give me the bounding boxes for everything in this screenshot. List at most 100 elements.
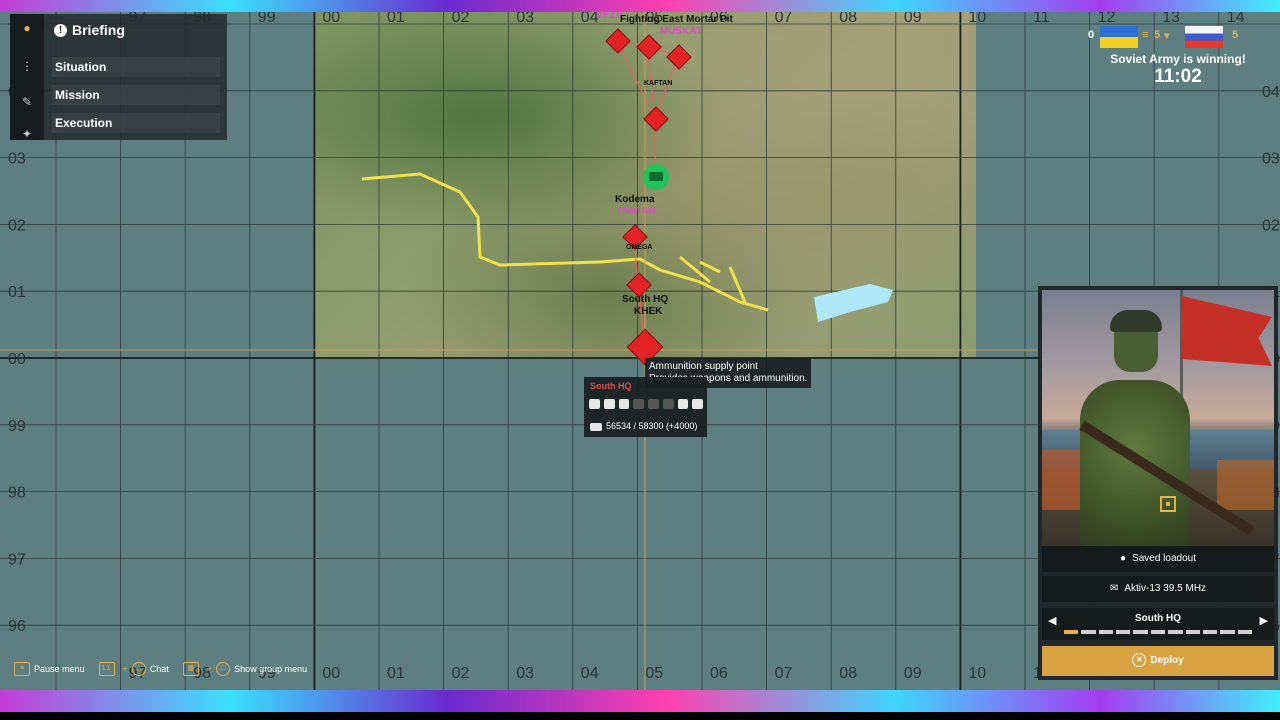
map-label-yantar: YANTAR xyxy=(616,206,657,217)
soviet-banner xyxy=(1182,296,1272,366)
grid-col-label: 07 xyxy=(775,665,793,682)
grid-col-label: 10 xyxy=(968,12,986,26)
deploy-button[interactable]: ✕ Deploy xyxy=(1042,646,1274,676)
soviet-flag-icon xyxy=(1185,26,1223,48)
grid-col-label: 11 xyxy=(1033,12,1050,26)
vehicle-icon xyxy=(603,399,615,409)
briefing-title-text: Briefing xyxy=(72,22,125,38)
grid-col-label: 05 xyxy=(645,665,663,682)
triangle-button-icon: △ xyxy=(131,662,146,676)
arrow-right-icon[interactable]: ▶ xyxy=(1260,614,1268,627)
pencil-icon[interactable]: ✎ xyxy=(19,94,35,110)
medical-icon xyxy=(677,399,689,409)
gamepad-x-icon: ✕ xyxy=(1132,653,1147,668)
water xyxy=(814,284,893,322)
score-hud: 0 ≡ 5 ▾ 5 Soviet Army is winning! 11:02 xyxy=(1088,26,1268,96)
grid-row-label: 97 xyxy=(8,551,26,568)
grid-col-label: 06 xyxy=(710,665,728,682)
hq-info-panel: South HQ 56534 / 58300 (+4000) xyxy=(584,377,707,437)
hq-capability-icons xyxy=(589,399,703,411)
grid-col-label: 02 xyxy=(452,12,470,26)
map-label-khek: KHEK xyxy=(634,306,663,317)
grid-row-label: 03 xyxy=(8,151,26,168)
briefing-rail: ● ⋮ ✎ ✦ xyxy=(10,14,44,142)
grid-col-label: 07 xyxy=(775,12,793,26)
map-label-veza: VEZA xyxy=(596,12,623,21)
briefing-title[interactable]: ! Briefing xyxy=(54,22,125,38)
repair-icon xyxy=(633,399,644,409)
map-label-top: Fighting East Mortar Pit xyxy=(620,14,733,25)
grid-col-label: 03 xyxy=(516,12,534,26)
score-right: 5 xyxy=(1232,29,1239,41)
soldier-preview xyxy=(1042,290,1274,546)
radio-icon: ✉ xyxy=(1109,583,1119,594)
road xyxy=(361,172,769,312)
grid-col-label: 08 xyxy=(839,12,857,26)
helicopter-icon xyxy=(648,399,659,409)
grid-col-label: 01 xyxy=(387,12,405,26)
score-left: 0 xyxy=(1088,29,1095,41)
score-mid-left: 5 xyxy=(1154,29,1161,41)
hq-supplies-value: 56534 / 58300 (+4000) xyxy=(606,421,698,431)
grid-row-label: 02 xyxy=(1262,217,1280,234)
score-tick-icon: ≡ xyxy=(1142,29,1149,41)
loadout-icon: ● xyxy=(1120,553,1127,564)
winning-message: Soviet Army is winning! xyxy=(1110,52,1246,66)
grid-col-label: 12 xyxy=(1098,12,1116,26)
grid-col-label: 04 xyxy=(581,665,599,682)
briefing-item-mission[interactable]: Mission xyxy=(52,85,220,105)
grid-col-label: 00 xyxy=(322,12,340,26)
touchpad-button-icon: ▦ xyxy=(182,662,199,676)
grid-col-label: 03 xyxy=(516,665,534,682)
grid-col-label: 09 xyxy=(904,665,922,682)
spawn-point-selector[interactable]: ◀ South HQ ▶ xyxy=(1042,608,1274,640)
info-icon: ! xyxy=(54,23,67,37)
control-hints: ≡ Pause menu L1 + △ Chat ▦ + □ Show grou… xyxy=(14,662,321,676)
hq-supplies: 56534 / 58300 (+4000) xyxy=(590,421,697,431)
fuel-icon xyxy=(692,399,703,409)
map-label-south-hq: South HQ xyxy=(622,294,669,305)
deploy-panel: ● Saved loadout ✉ Aktiv-13 39.5 MHz ◀ Sout… xyxy=(1038,286,1278,680)
grid-col-label: 13 xyxy=(1162,12,1180,26)
square-button-icon: □ xyxy=(216,662,231,676)
map-label-omega: OMEGA xyxy=(626,244,653,251)
grid-col-label: 10 xyxy=(968,665,986,682)
saved-loadout-label: Saved loadout xyxy=(1132,553,1196,564)
compass-icon[interactable]: ✦ xyxy=(19,126,35,142)
map-label-muskat: MUSKAT xyxy=(660,26,703,37)
grid-col-label: 01 xyxy=(387,665,405,682)
briefing-item-situation[interactable]: Situation xyxy=(52,57,220,77)
score-tick-icon: ▾ xyxy=(1164,30,1170,42)
grid-row-label: 96 xyxy=(8,618,26,635)
ukraine-flag-icon xyxy=(1100,26,1138,48)
grid-row-label: 02 xyxy=(8,217,26,234)
grid-row-label: 99 xyxy=(8,418,26,435)
spawn-point-name: South HQ xyxy=(1134,613,1182,624)
tooltip-title: Ammunition supply point xyxy=(649,361,758,372)
briefing-panel: ● ⋮ ✎ ✦ ! Briefing Situation Mission Exe… xyxy=(10,14,227,142)
grid-col-label: 14 xyxy=(1227,12,1245,26)
grid-col-label: 09 xyxy=(904,12,922,26)
saved-loadout-row[interactable]: ● Saved loadout xyxy=(1042,546,1274,572)
spawn-pagination xyxy=(1064,630,1252,634)
grid-row-label: 01 xyxy=(8,284,26,301)
map-label-kodema: Kodema xyxy=(615,194,655,205)
hint-pause: Pause menu xyxy=(34,664,85,674)
soldier-helmet xyxy=(1110,310,1162,332)
grid-row-label: 03 xyxy=(1262,151,1280,168)
menu-dots-icon[interactable]: ⋮ xyxy=(19,58,35,74)
grid-col-label: 00 xyxy=(322,665,340,682)
grid-col-label: 08 xyxy=(839,665,857,682)
deploy-button-label: Deploy xyxy=(1150,655,1184,666)
grid-row-label: 00 xyxy=(8,351,26,368)
alert-icon[interactable]: ● xyxy=(19,20,35,36)
grid-col-label: 99 xyxy=(258,12,276,26)
briefing-item-execution[interactable]: Execution xyxy=(52,113,220,133)
loadout-marker-icon[interactable] xyxy=(1160,496,1176,512)
truck-icon xyxy=(618,399,630,409)
radio-frequency-label: Aktiv-13 39.5 MHz xyxy=(1124,583,1207,594)
grid-row-label: 98 xyxy=(8,485,26,502)
grid-col-label: 02 xyxy=(452,665,470,682)
stream-frame-top xyxy=(0,0,1280,12)
radio-frequency-row: ✉ Aktiv-13 39.5 MHz xyxy=(1042,576,1274,602)
